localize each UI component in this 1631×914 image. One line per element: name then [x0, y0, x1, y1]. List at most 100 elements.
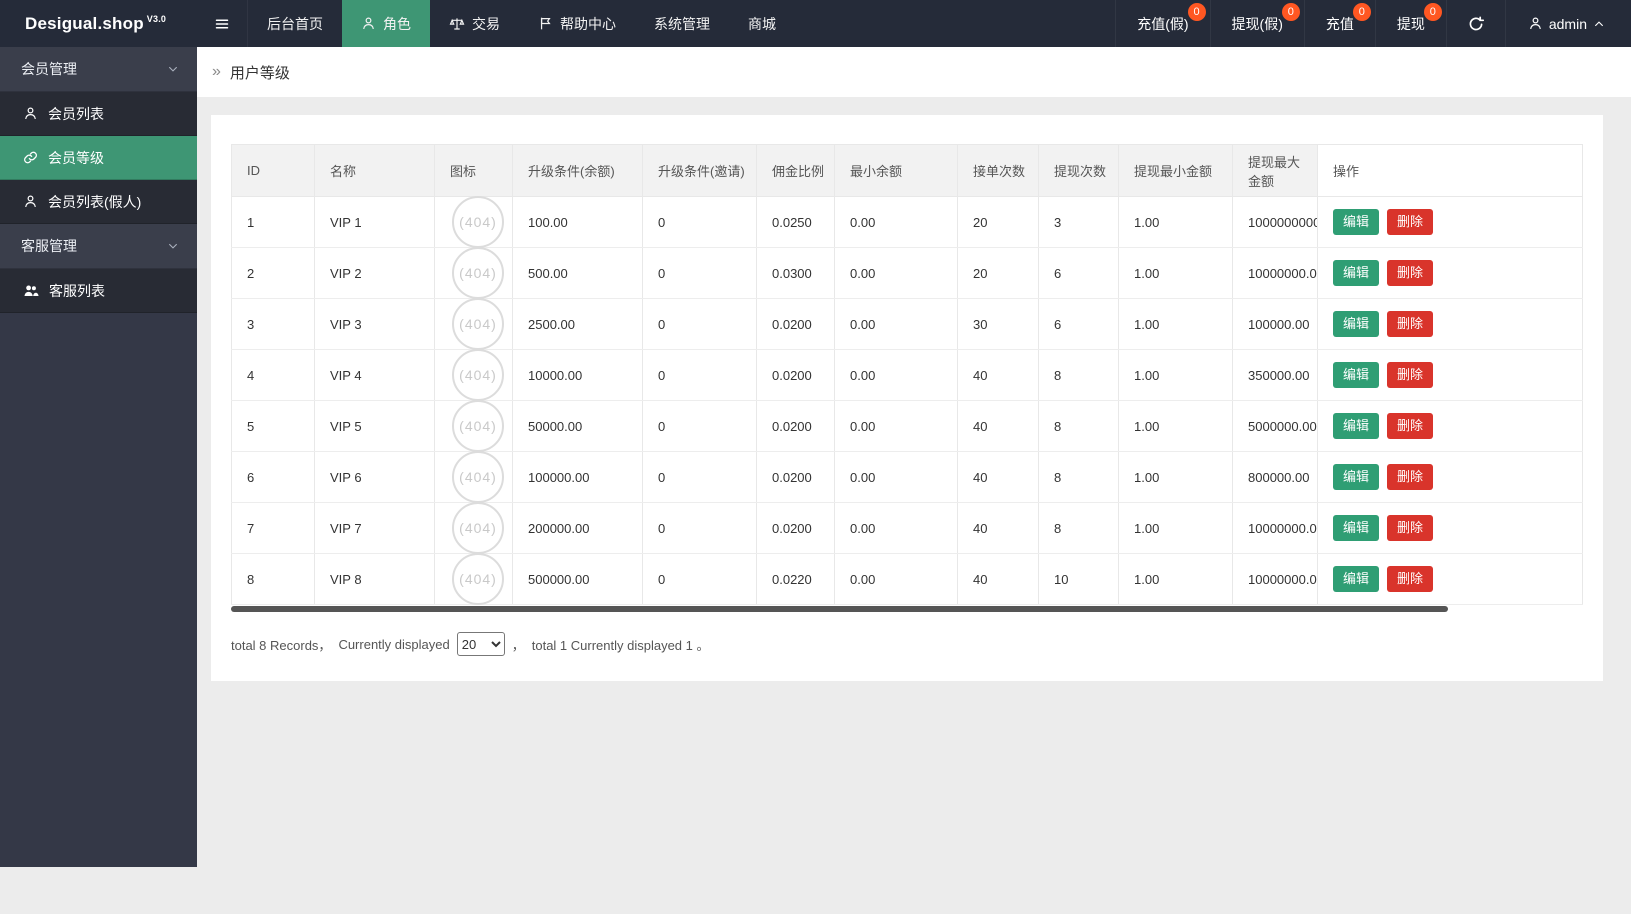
edit-button[interactable]: 编辑 — [1333, 209, 1379, 236]
admin-menu-button[interactable]: admin — [1505, 0, 1631, 47]
cell-upgrade-invite: 0 — [643, 197, 757, 248]
sidebar-item-会员等级[interactable]: 会员等级 — [0, 136, 197, 180]
sidebar-group-会员管理[interactable]: 会员管理 — [0, 47, 197, 92]
edit-button[interactable]: 编辑 — [1333, 515, 1379, 542]
column-header: 提现最小金额 — [1119, 145, 1233, 197]
table-row: 2VIP 2(404)500.0000.03000.002061.0010000… — [232, 248, 1583, 299]
topbar-menu: 后台首页 角色 交易帮助中心系统管理商城 — [248, 0, 795, 47]
cell-min-balance: 0.00 — [835, 299, 958, 350]
topbar-menu-label: 系统管理 — [654, 14, 710, 34]
sidebar-item-label: 客服列表 — [49, 281, 105, 301]
topbar-menu-item[interactable]: 帮助中心 — [519, 0, 635, 47]
table-row: 5VIP 5(404)50000.0000.02000.004081.00500… — [232, 401, 1583, 452]
cell-upgrade-invite: 0 — [643, 299, 757, 350]
refresh-icon — [1468, 16, 1484, 32]
cell-commission: 0.0200 — [757, 401, 835, 452]
content: ID名称图标升级条件(余额)升级条件(邀请)佣金比例最小余额接单次数提现次数提现… — [197, 97, 1631, 721]
topbar-right-item[interactable]: 提现(假)0 — [1210, 0, 1304, 47]
cell-actions: 编辑删除 — [1318, 503, 1583, 554]
broken-image-placeholder-icon: (404) — [452, 553, 504, 605]
cell-commission: 0.0200 — [757, 452, 835, 503]
cell-withdraw-times: 8 — [1039, 401, 1119, 452]
page-size-select[interactable]: 20 — [457, 632, 505, 656]
edit-button[interactable]: 编辑 — [1333, 413, 1379, 440]
sidebar: 会员管理会员列表会员等级会员列表(假人)客服管理客服列表 — [0, 47, 197, 867]
horizontal-scrollbar[interactable] — [231, 606, 1448, 612]
cell-name: VIP 8 — [315, 554, 435, 605]
delete-button[interactable]: 删除 — [1387, 311, 1433, 338]
table-row: 4VIP 4(404)10000.0000.02000.004081.00350… — [232, 350, 1583, 401]
topbar-right-label: 提现(假) — [1232, 14, 1283, 34]
topbar-menu-item[interactable]: 交易 — [430, 0, 519, 47]
refresh-button[interactable] — [1446, 0, 1505, 47]
topbar-right-item[interactable]: 充值0 — [1304, 0, 1375, 47]
cell-withdraw-min: 1.00 — [1119, 197, 1233, 248]
notification-badge: 0 — [1353, 3, 1371, 21]
cell-orders: 40 — [958, 452, 1039, 503]
records-total-text: total 8 Records， — [231, 635, 331, 654]
delete-button[interactable]: 删除 — [1387, 464, 1433, 491]
cell-actions: 编辑删除 — [1318, 401, 1583, 452]
column-header: 佣金比例 — [757, 145, 835, 197]
cell-orders: 40 — [958, 350, 1039, 401]
cell-id: 1 — [232, 197, 315, 248]
cell-id: 8 — [232, 554, 315, 605]
sidebar-item-label: 会员等级 — [48, 148, 104, 168]
edit-button[interactable]: 编辑 — [1333, 362, 1379, 389]
topbar-menu-label: 交易 — [472, 14, 500, 34]
table-row: 6VIP 6(404)100000.0000.02000.004081.0080… — [232, 452, 1583, 503]
sidebar-item-客服列表[interactable]: 客服列表 — [0, 269, 197, 313]
column-header: 提现最大金额 — [1233, 145, 1318, 197]
cell-withdraw-min: 1.00 — [1119, 503, 1233, 554]
topbar-menu-item[interactable]: 角色 — [342, 0, 430, 47]
topbar-right-label: 充值(假) — [1137, 14, 1188, 34]
horizontal-scrollbar-track — [231, 606, 1583, 612]
column-header: 提现次数 — [1039, 145, 1119, 197]
brand-version: V3.0 — [147, 14, 166, 24]
delete-button[interactable]: 删除 — [1387, 566, 1433, 593]
cell-actions: 编辑删除 — [1318, 350, 1583, 401]
cell-withdraw-min: 1.00 — [1119, 350, 1233, 401]
topbar-menu-item[interactable]: 系统管理 — [635, 0, 729, 47]
topbar-right-item[interactable]: 提现0 — [1375, 0, 1446, 47]
delete-button[interactable]: 删除 — [1387, 209, 1433, 236]
cell-withdraw-max: 350000.00 — [1233, 350, 1318, 401]
cell-id: 4 — [232, 350, 315, 401]
edit-button[interactable]: 编辑 — [1333, 566, 1379, 593]
topbar-menu-label: 角色 — [383, 14, 411, 34]
cell-commission: 0.0200 — [757, 350, 835, 401]
main-area: » 用户等级 ID名称图标升级条件(余额)升级条件(邀请)佣金比例最小余额接单次… — [197, 47, 1631, 721]
cell-withdraw-max: 10000000.00 — [1233, 248, 1318, 299]
edit-button[interactable]: 编辑 — [1333, 260, 1379, 287]
sidebar-group-客服管理[interactable]: 客服管理 — [0, 224, 197, 269]
sidebar-toggle-button[interactable] — [197, 0, 248, 47]
cell-orders: 30 — [958, 299, 1039, 350]
broken-image-placeholder-icon: (404) — [452, 298, 504, 350]
delete-button[interactable]: 删除 — [1387, 362, 1433, 389]
cell-min-balance: 0.00 — [835, 350, 958, 401]
cell-actions: 编辑删除 — [1318, 197, 1583, 248]
table-row: 7VIP 7(404)200000.0000.02000.004081.0010… — [232, 503, 1583, 554]
cell-upgrade-balance: 500000.00 — [513, 554, 643, 605]
delete-button[interactable]: 删除 — [1387, 260, 1433, 287]
brand-name: Desigual.shop — [25, 14, 144, 34]
sidebar-group-label: 会员管理 — [21, 59, 77, 79]
displayed-label: Currently displayed — [338, 637, 449, 652]
topbar-menu-item[interactable]: 商城 — [729, 0, 795, 47]
edit-button[interactable]: 编辑 — [1333, 464, 1379, 491]
sidebar-item-会员列表[interactable]: 会员列表 — [0, 92, 197, 136]
cell-orders: 40 — [958, 503, 1039, 554]
topbar-right-item[interactable]: 充值(假)0 — [1115, 0, 1209, 47]
sidebar-item-会员列表(假人)[interactable]: 会员列表(假人) — [0, 180, 197, 224]
cell-upgrade-balance: 500.00 — [513, 248, 643, 299]
hamburger-icon — [214, 16, 230, 32]
cell-orders: 40 — [958, 401, 1039, 452]
cell-min-balance: 0.00 — [835, 197, 958, 248]
delete-button[interactable]: 删除 — [1387, 515, 1433, 542]
topbar-right: 充值(假)0提现(假)0充值0提现0 admin — [1115, 0, 1631, 47]
cell-actions: 编辑删除 — [1318, 248, 1583, 299]
edit-button[interactable]: 编辑 — [1333, 311, 1379, 338]
cell-upgrade-balance: 2500.00 — [513, 299, 643, 350]
topbar-menu-item[interactable]: 后台首页 — [248, 0, 342, 47]
delete-button[interactable]: 删除 — [1387, 413, 1433, 440]
